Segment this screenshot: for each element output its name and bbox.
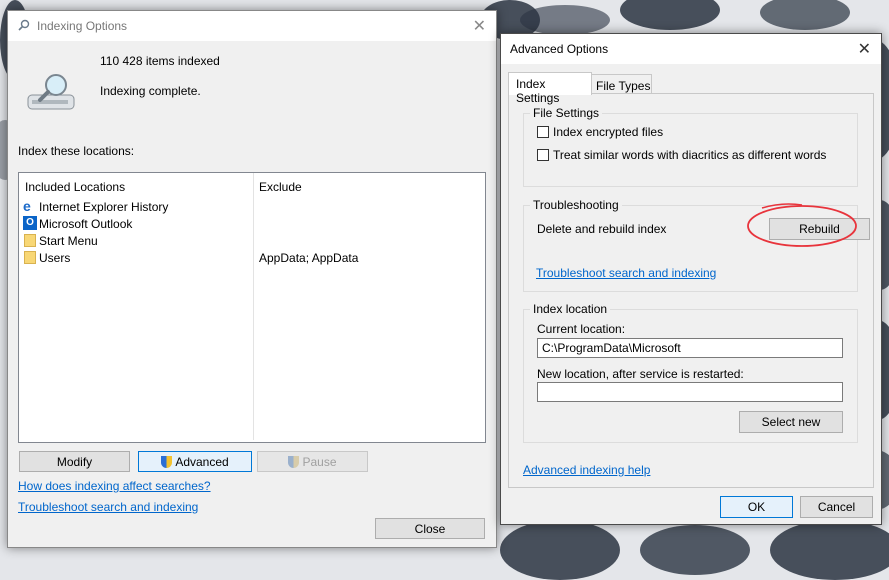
troubleshooting-group: Troubleshooting Delete and rebuild index… — [523, 198, 870, 292]
close-label: Close — [414, 522, 446, 536]
modify-button[interactable]: Modify — [19, 451, 130, 472]
group-label: File Settings — [530, 106, 603, 120]
cancel-label: Cancel — [817, 500, 856, 514]
current-location-label: Current location: — [537, 322, 626, 336]
locations-list[interactable]: Included Locations Exclude e Internet Ex… — [18, 172, 486, 443]
advanced-window-title: Advanced Options — [510, 42, 609, 56]
column-header-exclude[interactable]: Exclude — [259, 180, 302, 194]
new-location-field[interactable] — [537, 382, 843, 402]
highlight-circle-annotation — [747, 203, 857, 247]
outlook-icon: O — [23, 216, 37, 230]
file-settings-group: File Settings Index encrypted files Trea… — [523, 106, 858, 187]
folder-icon — [24, 234, 36, 247]
advanced-titlebar: Advanced Options ✕ — [501, 34, 881, 64]
internet-explorer-icon: e — [23, 198, 31, 214]
diacritics-label: Treat similar words with diacritics as d… — [553, 148, 827, 162]
location-exclude: AppData; AppData — [259, 251, 359, 265]
shield-icon — [288, 456, 300, 468]
location-name: Microsoft Outlook — [39, 217, 133, 231]
locations-label: Index these locations: — [18, 144, 135, 158]
column-header-included[interactable]: Included Locations — [25, 180, 125, 194]
tab-file-types[interactable]: File Types — [590, 74, 652, 94]
close-button[interactable]: Close — [375, 518, 485, 539]
diacritics-checkbox[interactable] — [537, 149, 549, 161]
indexing-options-window: Indexing Options ✕ 110 428 items indexed… — [7, 10, 497, 548]
select-new-label: Select new — [761, 415, 821, 429]
advanced-label: Advanced — [175, 455, 229, 469]
close-icon[interactable]: ✕ — [473, 16, 486, 36]
ok-button[interactable]: OK — [720, 496, 793, 518]
tab-index-settings[interactable]: Index Settings — [508, 72, 592, 105]
index-encrypted-label: Index encrypted files — [553, 125, 664, 139]
select-new-button[interactable]: Select new — [739, 411, 843, 433]
troubleshoot-link[interactable]: Troubleshoot search and indexing — [536, 266, 716, 280]
indexing-drive-icon — [27, 74, 75, 110]
location-name: Internet Explorer History — [39, 200, 169, 214]
indexing-titlebar: Indexing Options ✕ — [8, 11, 496, 41]
ok-label: OK — [747, 500, 766, 514]
folder-icon — [24, 251, 36, 264]
shield-icon — [161, 456, 173, 468]
how-indexing-link[interactable]: How does indexing affect searches? — [18, 479, 211, 493]
pause-label: Pause — [302, 455, 337, 469]
delete-rebuild-label: Delete and rebuild index — [537, 222, 667, 236]
location-name: Users — [39, 251, 71, 265]
modify-label: Modify — [56, 455, 93, 469]
advanced-options-window: Advanced Options ✕ Index Settings File T… — [500, 33, 882, 525]
troubleshoot-link[interactable]: Troubleshoot search and indexing — [18, 500, 198, 514]
location-row[interactable]: Start Menu — [23, 233, 483, 249]
location-name: Start Menu — [39, 234, 98, 248]
index-encrypted-checkbox[interactable] — [537, 126, 549, 138]
index-location-group: Index location Current location: C:\Prog… — [523, 302, 858, 443]
cancel-button[interactable]: Cancel — [800, 496, 873, 518]
indexing-status-text: Indexing complete. — [100, 84, 201, 98]
location-row[interactable]: e Internet Explorer History — [23, 199, 483, 215]
current-location-field[interactable]: C:\ProgramData\Microsoft — [537, 338, 843, 358]
tab-label: File Types — [596, 79, 651, 93]
pause-button[interactable]: Pause — [257, 451, 368, 472]
tab-label: Index Settings — [516, 77, 560, 105]
current-location-value: C:\ProgramData\Microsoft — [542, 341, 681, 355]
new-location-label: New location, after service is restarted… — [537, 367, 744, 381]
group-label: Index location — [530, 302, 611, 316]
location-row[interactable]: O Microsoft Outlook — [23, 216, 483, 232]
items-indexed-text: 110 428 items indexed — [100, 54, 220, 68]
advanced-button[interactable]: Advanced — [138, 451, 252, 472]
search-drive-icon — [18, 19, 30, 31]
location-row[interactable]: Users AppData; AppData — [23, 250, 483, 266]
group-label: Troubleshooting — [530, 198, 622, 212]
indexing-window-title: Indexing Options — [37, 19, 128, 33]
close-icon[interactable]: ✕ — [858, 39, 871, 59]
advanced-indexing-help-link[interactable]: Advanced indexing help — [523, 463, 650, 477]
tab-panel: File Settings Index encrypted files Trea… — [508, 93, 874, 488]
